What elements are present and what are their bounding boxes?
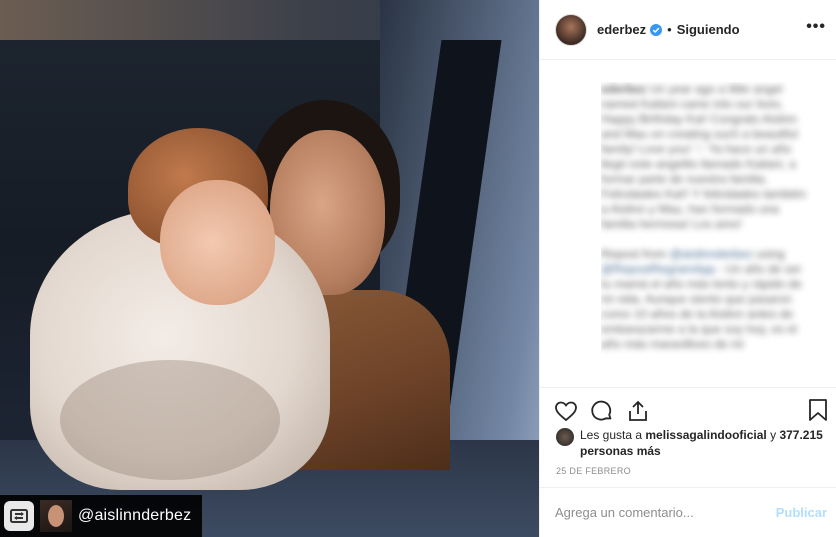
post-header: ederbez • Siguiendo ••• bbox=[540, 0, 836, 60]
user-tag[interactable]: @aislinnderbez bbox=[0, 495, 202, 537]
heart-icon[interactable] bbox=[554, 399, 578, 423]
likes-section: Les gusta a melissagalindooficial y 377.… bbox=[556, 427, 826, 459]
repost-icon bbox=[4, 501, 34, 531]
post-caption: ederbez Un year ago a little angel named… bbox=[601, 82, 811, 387]
caption-body: Un year ago a little angel named Kailani… bbox=[601, 82, 807, 231]
comment-icon[interactable] bbox=[590, 399, 614, 423]
post-date[interactable]: 25 DE FEBRERO bbox=[556, 466, 631, 476]
verified-badge-icon bbox=[650, 23, 663, 36]
likes-joiner: y bbox=[770, 428, 777, 442]
liker-avatar[interactable] bbox=[556, 428, 574, 446]
following-button[interactable]: Siguiendo bbox=[677, 22, 740, 37]
post-side-panel: ederbez • Siguiendo ••• ederbez Un year … bbox=[539, 0, 836, 537]
share-icon[interactable] bbox=[626, 399, 650, 423]
tagged-username[interactable]: @aislinnderbez bbox=[78, 507, 191, 525]
more-options-icon[interactable]: ••• bbox=[806, 18, 826, 36]
header-separator: • bbox=[667, 22, 672, 37]
post-photo[interactable]: @aislinnderbez bbox=[0, 0, 539, 537]
tagged-user-avatar bbox=[40, 500, 72, 532]
comment-input[interactable] bbox=[555, 505, 776, 520]
baby-coat-shadow bbox=[60, 360, 280, 480]
likes-prefix: Les gusta a bbox=[580, 428, 643, 442]
bookmark-icon[interactable] bbox=[807, 398, 829, 422]
comment-bar: Publicar bbox=[540, 487, 836, 537]
caption-repost-line: Repost from bbox=[601, 247, 667, 261]
author-avatar[interactable] bbox=[555, 13, 587, 46]
caption-mention-1-suffix: using bbox=[755, 247, 785, 261]
baby-face bbox=[160, 180, 275, 305]
liker-username[interactable]: melissagalindooficial bbox=[645, 428, 766, 442]
caption-username[interactable]: ederbez bbox=[601, 82, 646, 96]
likes-text: Les gusta a melissagalindooficial y 377.… bbox=[580, 427, 826, 459]
caption-mention-1[interactable]: @aislinnderbez bbox=[670, 247, 753, 261]
caption-mention-2[interactable]: @RepostRegramApp bbox=[601, 262, 715, 276]
caption-text: ederbez Un year ago a little angel named… bbox=[601, 82, 811, 352]
author-username[interactable]: ederbez bbox=[597, 22, 646, 37]
publish-button[interactable]: Publicar bbox=[776, 505, 827, 520]
